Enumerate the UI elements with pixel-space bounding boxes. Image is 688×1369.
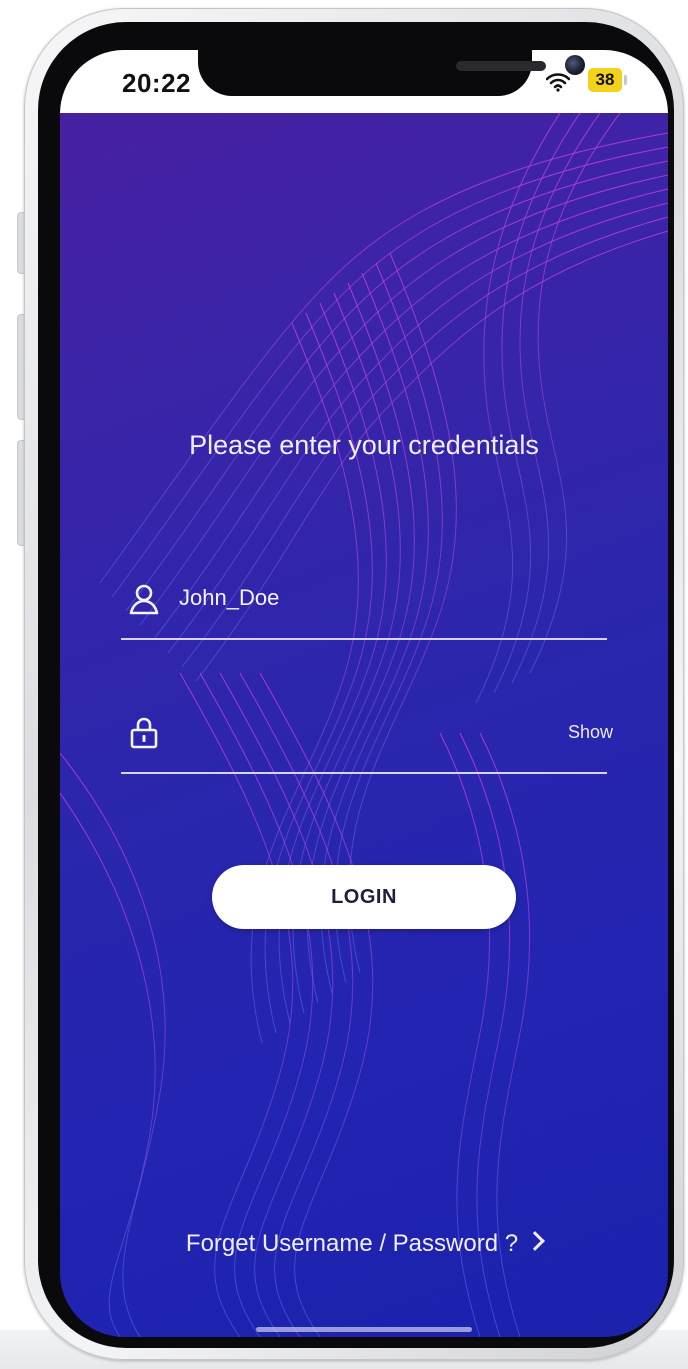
show-password-toggle[interactable]: Show bbox=[568, 722, 613, 743]
notch bbox=[198, 50, 585, 96]
home-indicator bbox=[256, 1327, 472, 1332]
credentials-prompt: Please enter your credentials bbox=[189, 430, 539, 460]
chevron-right-icon bbox=[525, 1231, 545, 1251]
user-icon bbox=[129, 584, 159, 615]
username-input[interactable]: John_Doe bbox=[179, 585, 279, 611]
battery-icon: 38 bbox=[588, 68, 622, 92]
forgot-credentials-link[interactable]: Forget Username / Password ? bbox=[60, 1230, 668, 1258]
status-bar: 20:22 38 bbox=[60, 50, 668, 113]
username-underline bbox=[121, 638, 607, 640]
battery-nub bbox=[624, 75, 627, 85]
lock-icon bbox=[130, 717, 158, 749]
login-form: Please enter your credentials John_Doe S… bbox=[60, 50, 668, 1337]
status-time: 20:22 bbox=[122, 68, 191, 98]
earpiece-speaker bbox=[456, 61, 546, 71]
forgot-link-label: Forget Username / Password ? bbox=[185, 1230, 519, 1257]
login-button[interactable]: LOGIN bbox=[212, 865, 516, 929]
password-underline bbox=[121, 772, 607, 774]
phone-screen: Please enter your credentials John_Doe S… bbox=[60, 50, 668, 1337]
wifi-icon bbox=[546, 73, 570, 92]
